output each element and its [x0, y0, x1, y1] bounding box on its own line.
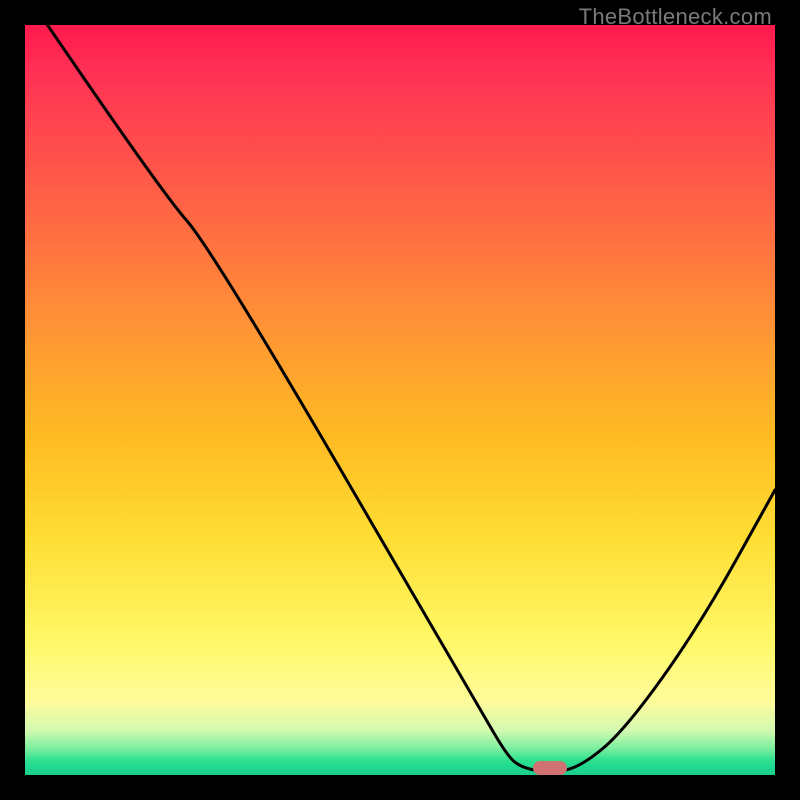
optimal-marker — [533, 761, 567, 775]
watermark-text: TheBottleneck.com — [579, 4, 772, 30]
bottleneck-curve — [25, 25, 775, 775]
chart-frame: TheBottleneck.com — [0, 0, 800, 800]
plot-area — [25, 25, 775, 775]
